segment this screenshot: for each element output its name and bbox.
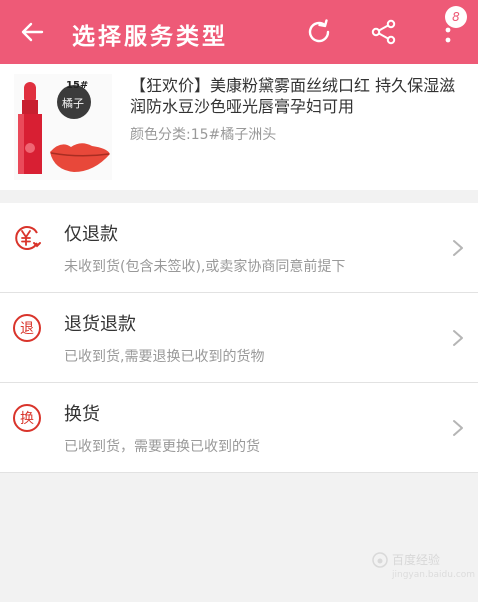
product-card[interactable]: 15# 橘子 【狂欢价】美康粉黛雾面丝绒口红 持久保湿滋润防水豆沙色哑光唇膏孕妇… bbox=[0, 64, 478, 190]
more-vertical-icon[interactable] bbox=[438, 26, 458, 50]
baidu-jingyan-watermark: 百度经验 jingyan.baidu.com bbox=[372, 548, 475, 580]
chevron-right-icon bbox=[453, 240, 463, 256]
product-thumbnail: 15# 橘子 bbox=[14, 74, 112, 180]
notification-badge: 8 bbox=[445, 6, 467, 28]
return-icon-glyph: 退 bbox=[20, 321, 34, 337]
refund-yen-icon bbox=[15, 226, 41, 250]
option-refund-only[interactable]: 仅退款 未收到货(包含未签收),或卖家协商同意前提下 bbox=[0, 203, 478, 293]
option-description: 已收到货,需要退换已收到的货物 bbox=[64, 349, 265, 365]
chevron-right-icon bbox=[453, 420, 463, 436]
product-name: 【狂欢价】美康粉黛雾面丝绒口红 持久保湿滋润防水豆沙色哑光唇膏孕妇可用 bbox=[130, 76, 456, 116]
paw-logo-icon bbox=[372, 552, 388, 568]
exchange-icon-glyph: 换 bbox=[20, 410, 34, 427]
option-return-refund[interactable]: 退 退货退款 已收到货,需要退换已收到的货物 bbox=[0, 293, 478, 383]
exchange-icon: 换 bbox=[13, 404, 41, 432]
option-title: 换货 bbox=[64, 404, 100, 425]
return-icon: 退 bbox=[13, 314, 41, 342]
share-icon[interactable] bbox=[370, 18, 398, 46]
option-description: 未收到货(包含未签收),或卖家协商同意前提下 bbox=[64, 259, 346, 275]
option-title: 退货退款 bbox=[64, 314, 136, 335]
back-arrow-icon[interactable] bbox=[18, 18, 46, 46]
service-options: 仅退款 未收到货(包含未签收),或卖家协商同意前提下 退 退货退款 已收到货,需… bbox=[0, 203, 478, 473]
chevron-right-icon bbox=[453, 330, 463, 346]
watermark-text: 百度经验 bbox=[392, 553, 441, 567]
thumb-number: 15# bbox=[66, 80, 88, 91]
watermark-subtext: jingyan.baidu.com bbox=[392, 570, 476, 580]
product-spec: 颜色分类:15#橘子洲头 bbox=[130, 127, 277, 143]
option-exchange[interactable]: 换 换货 已收到货，需要更换已收到的货 bbox=[0, 383, 478, 473]
option-title: 仅退款 bbox=[64, 224, 118, 245]
page-title: 选择服务类型 bbox=[72, 24, 228, 50]
option-description: 已收到货，需要更换已收到的货 bbox=[64, 439, 260, 455]
app-header: 选择服务类型 8 bbox=[0, 0, 478, 64]
refresh-icon[interactable] bbox=[305, 18, 333, 46]
thumb-text: 橘子 bbox=[62, 97, 84, 110]
